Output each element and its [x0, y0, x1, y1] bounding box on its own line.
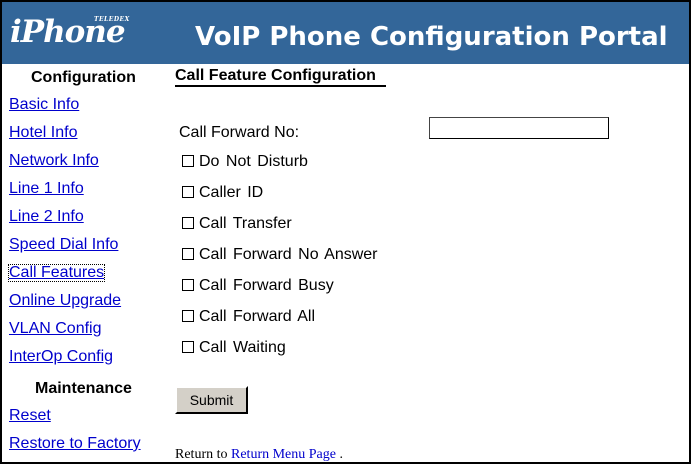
nav-link-restore-to-factory[interactable]: Restore to Factory [9, 436, 141, 452]
option-row-call-forward-no-answer: Call Forward No Answer [182, 246, 378, 266]
nav-link-hotel-info[interactable]: Hotel Info [9, 125, 77, 141]
option-label: Call Transfer [199, 215, 292, 232]
nav-link-line-1-info[interactable]: Line 1 Info [9, 181, 84, 197]
return-menu-link[interactable]: Return Menu Page [231, 447, 336, 462]
nav-link-online-upgrade[interactable]: Online Upgrade [9, 293, 121, 309]
page-heading: Call Feature Configuration [175, 67, 386, 87]
configuration-heading: Configuration [31, 69, 136, 86]
portal-frame: iPhone TELEDEX VoIP Phone Configuration … [0, 0, 691, 464]
submit-button[interactable]: Submit [175, 386, 248, 414]
nav-link-reset[interactable]: Reset [9, 408, 51, 424]
checkbox-do-not-disturb[interactable] [182, 154, 194, 167]
checkbox-call-forward-all[interactable] [182, 309, 194, 322]
iphone-logo: iPhone TELEDEX [10, 10, 160, 60]
nav-link-vlan-config[interactable]: VLAN Config [9, 321, 102, 337]
option-label: Call Waiting [199, 339, 286, 356]
return-prefix-text: Return to [175, 447, 228, 462]
return-suffix-text: . [339, 447, 343, 462]
nav-link-call-features[interactable]: Call Features [7, 264, 106, 282]
option-label: Do Not Disturb [199, 153, 308, 170]
nav-link-speed-dial-info[interactable]: Speed Dial Info [9, 237, 118, 253]
nav-link-basic-info[interactable]: Basic Info [9, 97, 79, 113]
call-forward-number-label: Call Forward No: [179, 124, 300, 141]
checkbox-call-transfer[interactable] [182, 216, 194, 229]
option-row-do-not-disturb: Do Not Disturb [182, 153, 308, 173]
nav-link-line-2-info[interactable]: Line 2 Info [9, 209, 84, 225]
option-row-caller-id: Caller ID [182, 184, 263, 204]
option-row-call-waiting: Call Waiting [182, 339, 286, 359]
portal-title: VoIP Phone Configuration Portal [195, 22, 668, 52]
option-label: Caller ID [199, 184, 264, 201]
checkbox-call-forward-no-answer[interactable] [182, 247, 194, 260]
logo-sub-text: TELEDEX [94, 16, 130, 23]
option-row-call-transfer: Call Transfer [182, 215, 292, 235]
header-bar: iPhone TELEDEX VoIP Phone Configuration … [2, 2, 689, 64]
option-row-call-forward-busy: Call Forward Busy [182, 277, 334, 297]
option-label: Call Forward Busy [199, 277, 334, 294]
main-panel: Call Feature Configuration Call Forward … [172, 64, 689, 462]
checkbox-call-forward-busy[interactable] [182, 278, 194, 291]
nav-link-network-info[interactable]: Network Info [9, 153, 99, 169]
option-row-call-forward-all: Call Forward All [182, 308, 315, 328]
checkbox-caller-id[interactable] [182, 185, 194, 198]
option-label: Call Forward No Answer [199, 246, 378, 263]
sidebar-nav: Configuration Basic Info Hotel Info Networ… [2, 64, 172, 462]
nav-link-interop-config[interactable]: InterOp Config [9, 349, 113, 365]
return-line: Return to Return Menu Page . [175, 447, 343, 462]
option-label: Call Forward All [199, 308, 316, 325]
checkbox-call-waiting[interactable] [182, 340, 194, 353]
maintenance-heading: Maintenance [35, 380, 132, 397]
call-forward-number-input[interactable] [429, 117, 609, 139]
